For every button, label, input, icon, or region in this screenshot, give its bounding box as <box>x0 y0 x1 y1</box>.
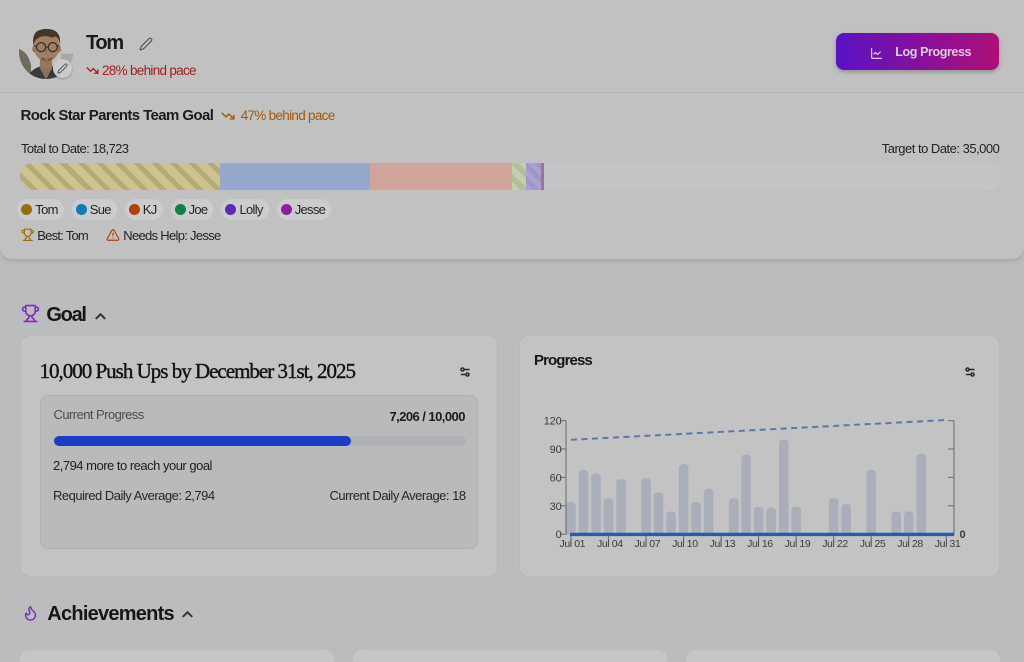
svg-text:Jul 04: Jul 04 <box>597 538 623 550</box>
svg-text:120: 120 <box>544 415 562 427</box>
svg-text:Jul 19: Jul 19 <box>785 538 811 550</box>
svg-text:Jul 07: Jul 07 <box>635 538 661 550</box>
svg-text:30: 30 <box>550 501 562 513</box>
svg-text:Jul 25: Jul 25 <box>860 538 886 550</box>
svg-text:60: 60 <box>550 472 562 484</box>
svg-text:Jul 10: Jul 10 <box>672 538 698 550</box>
svg-text:Jul 13: Jul 13 <box>710 538 736 550</box>
svg-text:Jul 28: Jul 28 <box>897 538 923 550</box>
svg-text:Jul 01: Jul 01 <box>559 538 585 550</box>
svg-text:Jul 16: Jul 16 <box>747 538 773 550</box>
svg-text:Jul 31: Jul 31 <box>935 538 961 550</box>
svg-text:Jul 22: Jul 22 <box>822 538 848 550</box>
svg-text:90: 90 <box>550 444 562 456</box>
